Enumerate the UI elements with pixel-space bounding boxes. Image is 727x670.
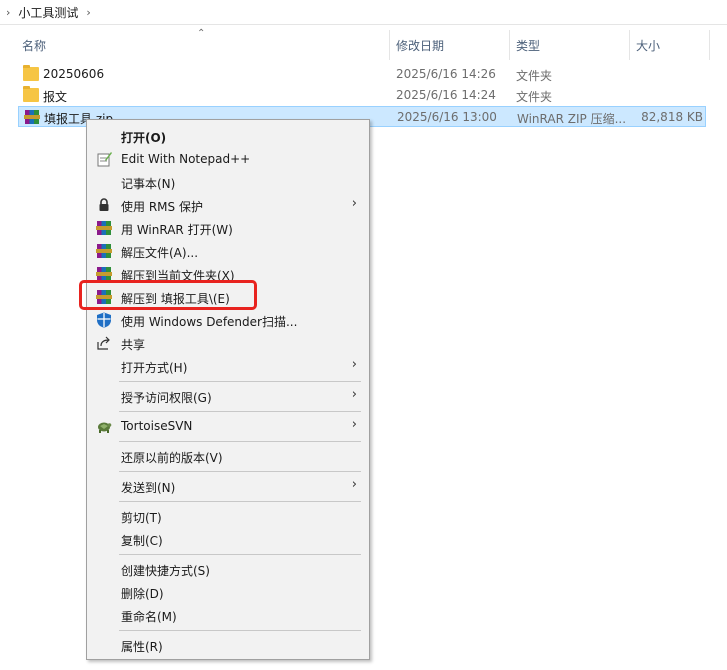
menu-item-label: 重命名(M) <box>121 610 177 624</box>
menu-item-label: 解压文件(A)... <box>121 246 199 260</box>
menu-separator <box>119 630 361 631</box>
column-divider[interactable] <box>389 30 390 60</box>
sort-ascending-icon: ⌃ <box>197 28 206 39</box>
menu-separator <box>119 411 361 412</box>
chevron-right-icon: › <box>351 477 357 492</box>
menu-item-tortoisesvn[interactable]: TortoiseSVN › <box>87 415 369 437</box>
menu-item-label: 剪切(T) <box>121 511 162 525</box>
chevron-right-icon: › <box>351 357 357 372</box>
chevron-right-icon[interactable]: › <box>86 6 90 19</box>
menu-item-label: 还原以前的版本(V) <box>121 451 223 465</box>
menu-item-extract-files[interactable]: 解压文件(A)... <box>87 240 369 262</box>
file-type: 文件夹 <box>516 90 553 104</box>
file-size: 82,818 KB <box>641 110 703 124</box>
menu-item-delete[interactable]: 删除(D) <box>87 581 369 603</box>
menu-item-edit-notepadpp[interactable]: Edit With Notepad++ <box>87 148 369 170</box>
menu-item-label: 记事本(N) <box>121 177 176 191</box>
share-icon <box>97 336 110 350</box>
menu-item-label: 删除(D) <box>121 587 164 601</box>
annotation-highlight-box <box>79 280 257 310</box>
menu-item-restore-versions[interactable]: 还原以前的版本(V) <box>87 445 369 467</box>
menu-item-grant-access[interactable]: 授予访问权限(G) › <box>87 385 369 407</box>
winrar-icon <box>96 221 112 235</box>
tortoisesvn-icon <box>98 422 112 433</box>
context-menu: 打开(O) Edit With Notepad++ 记事本(N) 使用 RMS … <box>86 119 370 660</box>
menu-item-label: 打开方式(H) <box>121 361 188 375</box>
menu-item-send-to[interactable]: 发送到(N) › <box>87 475 369 497</box>
chevron-right-icon[interactable]: › <box>6 6 10 19</box>
menu-item-label: 打开(O) <box>121 131 167 145</box>
menu-item-label: 复制(C) <box>121 534 163 548</box>
chevron-right-icon: › <box>351 417 357 432</box>
menu-item-defender[interactable]: 使用 Windows Defender扫描... <box>87 309 369 331</box>
menu-item-create-shortcut[interactable]: 创建快捷方式(S) <box>87 558 369 580</box>
menu-item-copy[interactable]: 复制(C) <box>87 528 369 550</box>
menu-item-label: 属性(R) <box>121 640 163 654</box>
menu-separator <box>119 441 361 442</box>
folder-icon <box>23 86 39 102</box>
menu-item-winrar-open[interactable]: 用 WinRAR 打开(W) <box>87 217 369 239</box>
file-type: WinRAR ZIP 压缩... <box>517 112 627 126</box>
windows-defender-icon <box>97 312 111 328</box>
menu-item-label: Edit With Notepad++ <box>121 152 251 166</box>
menu-item-label: 使用 Windows Defender扫描... <box>121 315 298 329</box>
menu-item-label: 创建快捷方式(S) <box>121 564 210 578</box>
menu-item-label: 使用 RMS 保护 <box>121 200 203 214</box>
menu-item-share[interactable]: 共享 <box>87 332 369 354</box>
file-modified: 2025/6/16 13:00 <box>397 110 497 124</box>
lock-icon <box>99 198 109 211</box>
column-divider[interactable] <box>509 30 510 60</box>
menu-item-label: TortoiseSVN <box>121 419 193 433</box>
menu-separator <box>119 471 361 472</box>
chevron-right-icon: › <box>351 387 357 402</box>
column-modified[interactable]: 修改日期 <box>396 37 444 54</box>
file-row[interactable]: 报文 2025/6/16 14:24 文件夹 <box>18 85 706 106</box>
breadcrumb-folder[interactable]: 小工具测试 <box>18 4 78 21</box>
column-size[interactable]: 大小 <box>636 37 660 54</box>
column-divider[interactable] <box>629 30 630 60</box>
winrar-icon <box>96 244 112 258</box>
file-row[interactable]: 20250606 2025/6/16 14:26 文件夹 <box>18 64 706 85</box>
menu-item-label: 授予访问权限(G) <box>121 391 212 405</box>
menu-item-notepad[interactable]: 记事本(N) <box>87 171 369 193</box>
menu-item-open[interactable]: 打开(O) <box>87 125 369 147</box>
column-divider[interactable] <box>709 30 710 60</box>
file-name: 20250606 <box>43 67 105 81</box>
menu-item-label: 用 WinRAR 打开(W) <box>121 223 233 237</box>
folder-icon <box>23 65 39 81</box>
file-modified: 2025/6/16 14:24 <box>396 88 496 102</box>
menu-item-open-with[interactable]: 打开方式(H) › <box>87 355 369 377</box>
menu-item-label: 发送到(N) <box>121 481 176 495</box>
menu-item-cut[interactable]: 剪切(T) <box>87 505 369 527</box>
breadcrumb: › 小工具测试 › <box>0 0 727 25</box>
menu-item-properties[interactable]: 属性(R) <box>87 634 369 656</box>
notepadpp-icon <box>97 152 112 167</box>
file-name: 报文 <box>43 90 68 104</box>
menu-separator <box>119 554 361 555</box>
file-modified: 2025/6/16 14:26 <box>396 67 496 81</box>
column-type[interactable]: 类型 <box>516 37 540 54</box>
chevron-right-icon: › <box>351 196 357 211</box>
winrar-icon <box>24 110 40 124</box>
menu-item-rms[interactable]: 使用 RMS 保护 › <box>87 194 369 216</box>
menu-separator <box>119 501 361 502</box>
file-type: 文件夹 <box>516 69 553 83</box>
menu-item-label: 共享 <box>121 338 146 352</box>
column-header: ⌃ 名称 修改日期 类型 大小 <box>0 28 727 60</box>
menu-item-rename[interactable]: 重命名(M) <box>87 604 369 626</box>
menu-separator <box>119 381 361 382</box>
column-name[interactable]: 名称 <box>22 37 46 54</box>
